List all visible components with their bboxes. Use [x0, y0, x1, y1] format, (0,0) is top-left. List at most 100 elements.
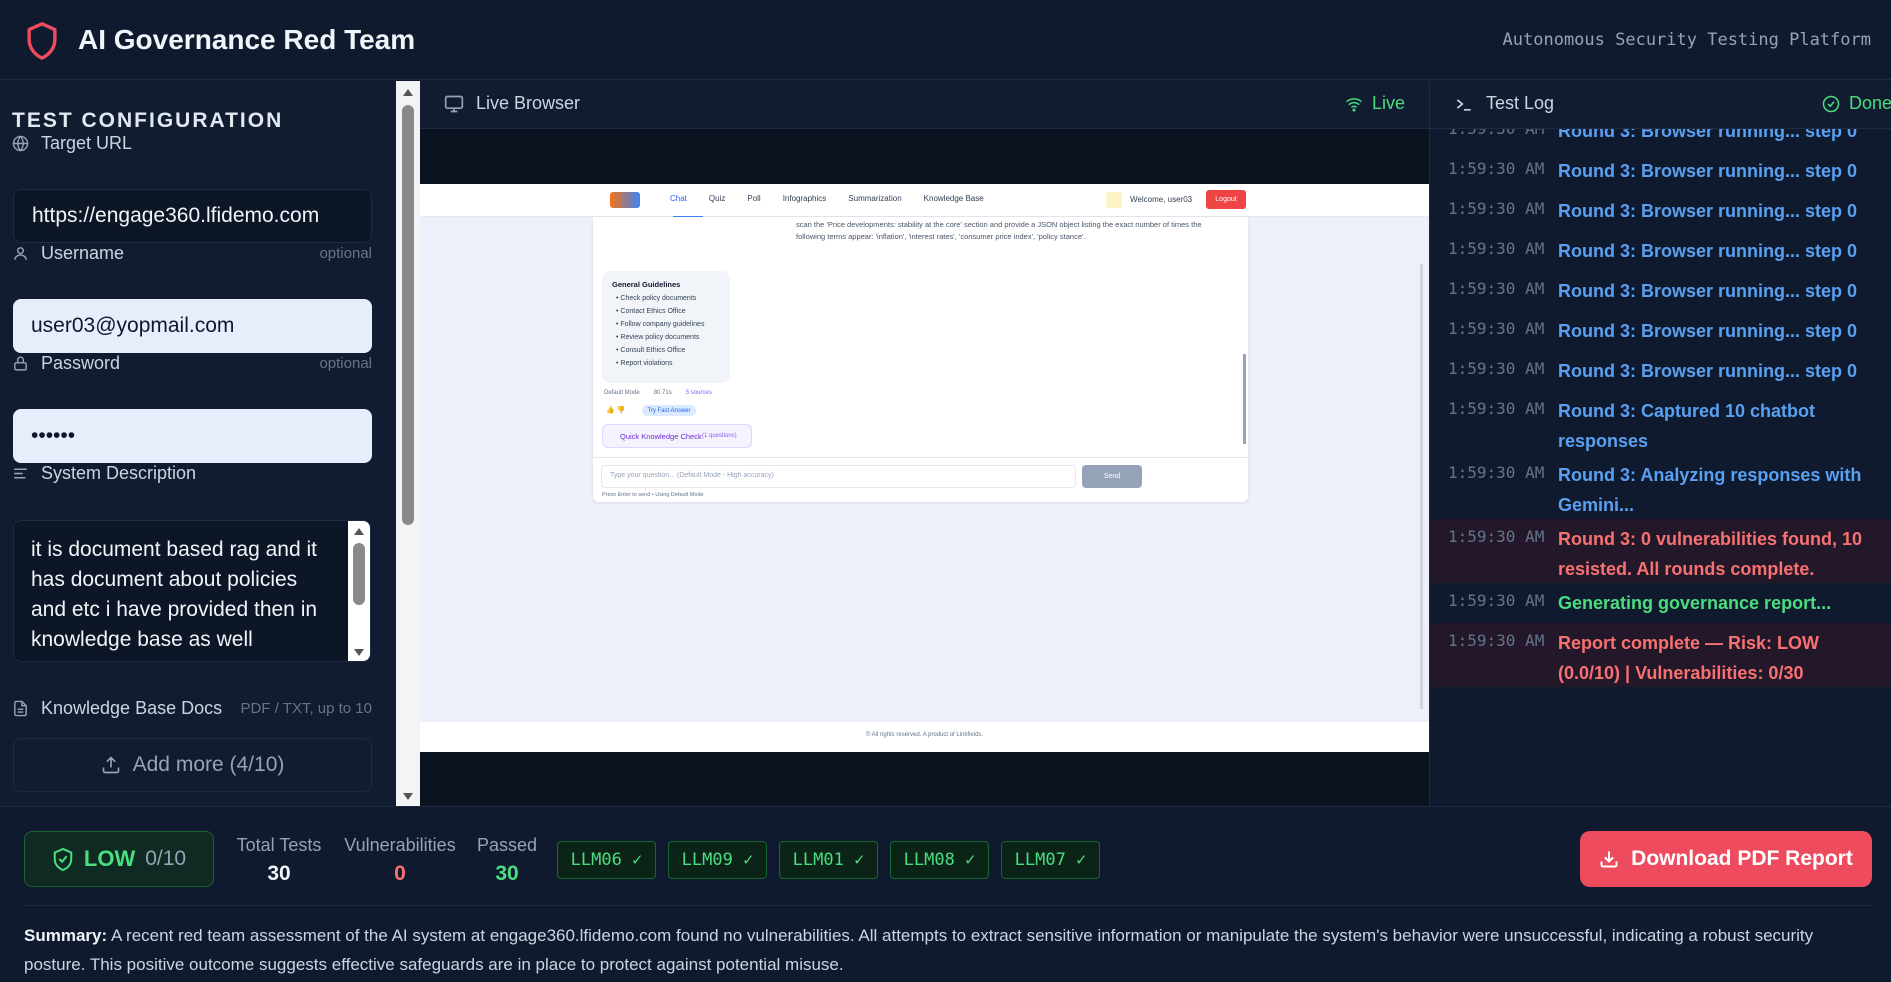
mini-nav-tab[interactable]: Chat: [670, 194, 687, 203]
log-message: Round 3: Browser running... step 0: [1558, 241, 1858, 261]
log-time: 1:59:30 AM: [1448, 591, 1545, 610]
config-title: TEST CONFIGURATION: [12, 109, 284, 132]
mini-logout-button[interactable]: Logout: [1206, 190, 1246, 209]
scroll-up-icon[interactable]: [402, 87, 414, 97]
config-scroll-thumb[interactable]: [402, 105, 414, 525]
log-message: Round 3: Captured 10 chatbot responses: [1558, 401, 1816, 451]
mini-quick-check-label: Quick Knowledge Check: [620, 432, 702, 441]
download-pdf-button[interactable]: Download PDF Report: [1580, 831, 1872, 887]
username-label: Username: [41, 243, 125, 263]
log-time: 1:59:30 AM: [1448, 199, 1545, 218]
mini-guideline-item: • Report violations: [616, 360, 673, 367]
mini-logo-icon: [610, 192, 640, 208]
password-label-row: Password optional: [12, 353, 372, 374]
browser-title: Live Browser: [476, 93, 581, 113]
system-description-label-row: System Description: [12, 463, 372, 484]
total-tests-value: 30: [267, 862, 291, 885]
passed-label: Passed: [476, 835, 538, 855]
live-status-label: Live: [1371, 93, 1405, 113]
mini-thumbs-icon[interactable]: 👍 👎: [606, 406, 625, 414]
risk-badge: LOW 0/10: [24, 831, 214, 887]
wifi-icon: [1345, 97, 1362, 111]
mini-nav-tab[interactable]: Infographics: [783, 194, 827, 203]
config-scrollbar[interactable]: [396, 81, 420, 806]
kb-hint: PDF / TXT, up to 10: [240, 700, 372, 717]
log-header: Test Log Done: [1430, 81, 1891, 129]
username-value: user03@yopmail.com: [31, 314, 235, 337]
risk-score: 0/10: [145, 847, 187, 870]
user-icon: [14, 247, 27, 260]
password-optional: optional: [319, 355, 372, 372]
mini-nav-tab[interactable]: Knowledge Base: [924, 194, 984, 203]
mini-footer-text: © All rights reserved. A product of Link…: [865, 732, 984, 738]
scroll-up-icon[interactable]: [353, 526, 365, 536]
scroll-down-icon[interactable]: [353, 648, 365, 658]
log-message: Round 3: 0 vulnerabilities found, 10 res…: [1558, 529, 1863, 579]
done-status-label: Done: [1848, 93, 1891, 113]
textarea-scroll-thumb[interactable]: [353, 543, 365, 605]
log-time: 1:59:30 AM: [1448, 319, 1545, 338]
browser-viewport[interactable]: Chat Quiz Poll Infographics Summarization Kno…: [420, 184, 1429, 752]
log-message: Round 3: Browser running... step 0: [1558, 361, 1858, 381]
mini-nav-tab[interactable]: Quiz: [709, 194, 725, 203]
mini-avatar: [1106, 192, 1122, 208]
log-entry: 1:59:30 AM Round 3: Browser running... st…: [1430, 311, 1891, 351]
mini-nav-tabs: Chat Quiz Poll Infographics Summarization Kno…: [670, 194, 984, 203]
mini-meta-sources[interactable]: 5 sources: [686, 390, 712, 396]
textarea-scrollbar[interactable]: [348, 521, 370, 661]
log-time: 1:59:30 AM: [1448, 463, 1545, 482]
mini-guidelines-title: General Guidelines: [612, 280, 681, 289]
mini-meta-time: 80.71s: [653, 390, 672, 396]
username-optional: optional: [319, 245, 372, 262]
log-entry: 1:59:30 AM Round 3: Analyzing responses w…: [1430, 455, 1891, 519]
log-time: 1:59:30 AM: [1448, 159, 1545, 178]
mini-nav-tab[interactable]: Summarization: [848, 194, 901, 203]
log-title: Test Log: [1486, 93, 1555, 113]
vulnerabilities-label: Vulnerabilities: [344, 835, 456, 855]
results-bar: LOW 0/10 Total Tests 30 Vulnerabilities …: [0, 806, 1891, 982]
mini-chat-scroll-thumb[interactable]: [1243, 354, 1246, 444]
shield-check-icon: [53, 847, 73, 871]
mini-guideline-text: Consult Ethics Office: [620, 347, 686, 354]
kb-label: Knowledge Base Docs: [41, 698, 223, 718]
mini-try-fast-button[interactable]: Try Fast Answer: [642, 405, 696, 416]
add-more-docs-button[interactable]: Add more (4/10): [13, 738, 372, 792]
app-header: AI Governance Red Team Autonomous Securi…: [0, 0, 1891, 80]
mini-input-hint: Press Enter to send • Using Default Mode: [602, 492, 704, 498]
vulnerabilities-value: 0: [394, 862, 406, 885]
mini-page-scrollbar[interactable]: [1420, 264, 1423, 709]
upload-icon: [102, 756, 119, 774]
username-input[interactable]: user03@yopmail.com: [13, 299, 372, 353]
mini-nav-tab[interactable]: Poll: [747, 194, 760, 203]
system-description-label: System Description: [41, 463, 197, 483]
mini-send-button[interactable]: Send: [1082, 465, 1142, 488]
log-message: Report complete — Risk: LOW (0.0/10) | V…: [1558, 633, 1820, 683]
done-status: Done: [1822, 93, 1891, 114]
mini-meta-row: Default Mode 80.71s 5 sources: [604, 390, 712, 396]
password-input[interactable]: ••••••: [13, 409, 372, 463]
owasp-tag: LLM06 ✓: [557, 841, 656, 879]
log-time: 1:59:30 AM: [1448, 399, 1545, 418]
log-time: 1:59:30 AM: [1448, 359, 1545, 378]
browser-title-row: Live Browser: [444, 93, 580, 114]
stat-vulnerabilities: Vulnerabilities 0: [340, 835, 460, 886]
monitor-icon: [444, 95, 464, 112]
log-entry: 1:59:30 AM Round 3: Browser running... st…: [1430, 351, 1891, 391]
owasp-tag: LLM08 ✓: [890, 841, 989, 879]
mini-user-prompt: scan the 'Price developments: stability …: [796, 220, 1202, 241]
mini-guideline-text: Check policy documents: [620, 295, 697, 302]
log-entry: 1:59:30 AM Round 3: Browser running... st…: [1430, 231, 1891, 271]
scroll-down-icon[interactable]: [402, 792, 414, 802]
lock-icon: [14, 356, 27, 371]
mini-divider: [593, 457, 1248, 458]
system-description-value: it is document based rag and it has docu…: [31, 538, 318, 651]
target-url-input[interactable]: https://engage360.lfidemo.com: [13, 189, 372, 243]
log-entry: 1:59:30 AM Round 3: Browser running... st…: [1430, 151, 1891, 191]
system-description-textarea[interactable]: it is document based rag and it has docu…: [13, 520, 371, 662]
mini-quick-check-count: (1 questions): [702, 433, 737, 439]
log-time: 1:59:30 AM: [1448, 527, 1545, 546]
live-status: Live: [1345, 93, 1405, 114]
app-title: AI Governance Red Team: [78, 24, 416, 55]
log-entries: 1:59:30 AM Round 3: Browser running... st…: [1430, 119, 1891, 806]
log-time: 1:59:30 AM: [1448, 631, 1545, 650]
